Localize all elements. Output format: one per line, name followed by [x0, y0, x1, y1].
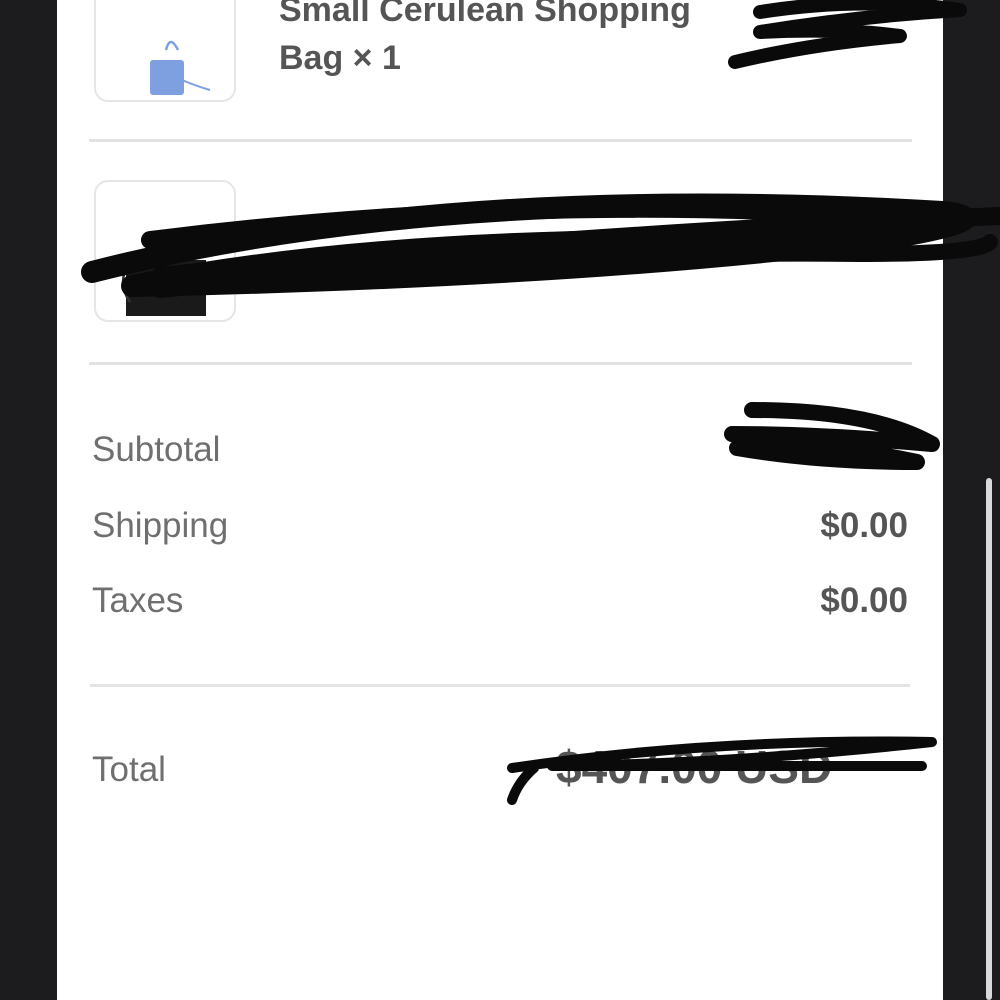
cerulean-bag-image: [150, 40, 211, 95]
order-summary-screen: [57, 0, 943, 1000]
black-bag-image: [121, 260, 206, 316]
item-divider: [89, 362, 912, 365]
item-title-line1: Small Cerulean Shopping: [279, 0, 691, 29]
scrollbar[interactable]: [986, 478, 992, 1000]
item-title-line2: Bag × 1: [279, 39, 401, 77]
shipping-value: $0.00: [820, 506, 908, 545]
total-label: Total: [92, 750, 166, 789]
subtotal-label: Subtotal: [92, 430, 221, 469]
item-thumbnail-cerulean-bag[interactable]: [94, 0, 236, 102]
taxes-value: $0.00: [820, 581, 908, 620]
total-value: $407.00 USD: [556, 741, 833, 793]
taxes-label: Taxes: [92, 581, 184, 620]
summary-divider: [90, 684, 910, 687]
item-divider: [89, 139, 912, 142]
shipping-label: Shipping: [92, 506, 229, 545]
item-thumbnail-black-bag[interactable]: [94, 180, 236, 322]
